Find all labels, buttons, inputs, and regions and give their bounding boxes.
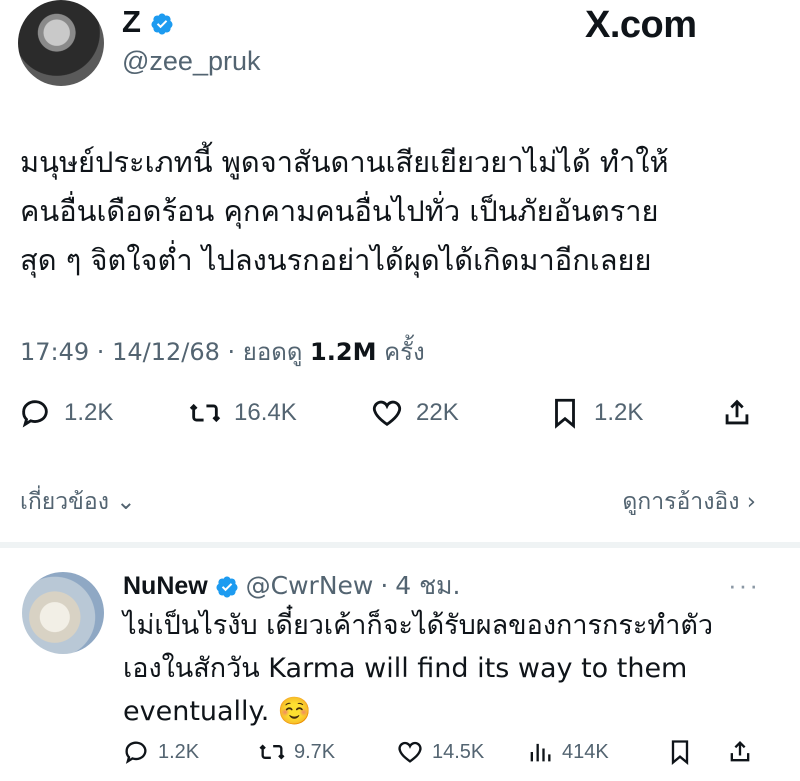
share-button[interactable] — [720, 396, 754, 430]
retweet-count: 16.4K — [234, 399, 297, 426]
related-label: เกี่ยวข้อง — [20, 489, 109, 515]
views-count: 1.2M — [310, 338, 377, 366]
avatar[interactable] — [18, 0, 104, 86]
author-handle[interactable]: @zee_pruk — [122, 46, 260, 77]
like-count: 22K — [416, 399, 459, 426]
reply-time[interactable]: 4 ชม. — [395, 571, 460, 600]
reply-line: เองในสักวัน Karma will find its way to t… — [123, 653, 688, 684]
tweet-text: มนุษย์ประเภทนี้ พูดจาสันดานเสียเยียวยาไม… — [20, 138, 780, 285]
share-icon — [730, 741, 750, 762]
reply-icon — [22, 400, 48, 428]
verified-badge-icon — [151, 13, 173, 35]
reply-display-name[interactable]: NuNew — [123, 572, 208, 600]
site-watermark: X.com — [585, 4, 697, 46]
reply-line: ไม่เป็นไรงับ เดี๋ยวเค้าก็จะได้รับผลของกา… — [123, 610, 714, 641]
more-options-icon[interactable]: ··· — [728, 570, 760, 601]
tweet-line: มนุษย์ประเภทนี้ พูดจาสันดานเสียเยียวยาไม… — [20, 145, 669, 179]
reply-like-count: 14.5K — [432, 740, 485, 763]
reply-views-button[interactable]: 414K — [526, 738, 609, 766]
views-unit: ครั้ง — [384, 338, 425, 366]
reply-avatar[interactable] — [22, 572, 104, 654]
share-icon — [725, 399, 749, 425]
tweet-line: คนอื่นเดือดร้อน คุกคามคนอื่นไปทั่ว เป็นภ… — [20, 194, 659, 228]
reply-reply-button[interactable]: 1.2K — [122, 738, 199, 766]
reply-like-button[interactable]: 14.5K — [396, 738, 484, 766]
verified-badge-icon — [216, 576, 238, 598]
related-toggle[interactable]: เกี่ยวข้อง ⌄ — [20, 484, 136, 520]
tweet-meta: 17:49 · 14/12/68 · ยอดดู 1.2M ครั้ง — [20, 338, 425, 366]
reply-text: ไม่เป็นไรงับ เดี๋ยวเค้าก็จะได้รับผลของกา… — [123, 604, 773, 733]
heart-icon — [372, 400, 402, 427]
retweet-button[interactable]: 16.4K — [188, 396, 297, 430]
tweet-time[interactable]: 17:49 — [20, 338, 89, 366]
reply-author[interactable]: NuNew @CwrNew · 4 ชม. — [123, 566, 460, 606]
reply-icon — [125, 741, 147, 764]
chevron-down-icon: ⌄ — [116, 489, 136, 515]
reply-share-button[interactable] — [726, 738, 754, 766]
chevron-right-icon: › — [746, 489, 756, 515]
bookmark-icon — [555, 398, 575, 429]
bookmark-button[interactable]: 1.2K — [548, 396, 643, 430]
reply-count: 1.2K — [64, 399, 114, 426]
reply-button[interactable]: 1.2K — [18, 396, 113, 430]
views-label: ยอดดู — [242, 338, 303, 366]
like-button[interactable]: 22K — [370, 396, 459, 430]
reply-line: eventually. ☺️ — [123, 696, 312, 727]
tweet-line: สุด ๆ จิตใจต่ำ ไปลงนรกอย่าได้ผุดได้เกิดม… — [20, 243, 652, 277]
bookmark-count: 1.2K — [594, 399, 644, 426]
display-name[interactable]: Z — [122, 4, 141, 39]
reply-bookmark-button[interactable] — [666, 738, 694, 766]
view-quotes-link[interactable]: ดูการอ้างอิง › — [622, 484, 756, 520]
bookmark-icon — [671, 740, 689, 765]
author-name[interactable]: Z — [122, 4, 174, 40]
reply-views-count: 414K — [562, 740, 609, 763]
reply-handle[interactable]: @CwrNew — [246, 571, 374, 600]
retweet-icon — [259, 744, 285, 760]
heart-icon — [398, 741, 422, 763]
reply-retweet-button[interactable]: 9.7K — [258, 738, 335, 766]
retweet-icon — [189, 403, 221, 423]
tweet-date[interactable]: 14/12/68 — [112, 338, 220, 366]
reply-reply-count: 1.2K — [158, 740, 200, 763]
reply-retweet-count: 9.7K — [294, 740, 336, 763]
quotes-label: ดูการอ้างอิง — [622, 489, 740, 515]
divider — [0, 542, 800, 548]
views-chart-icon — [530, 743, 551, 762]
